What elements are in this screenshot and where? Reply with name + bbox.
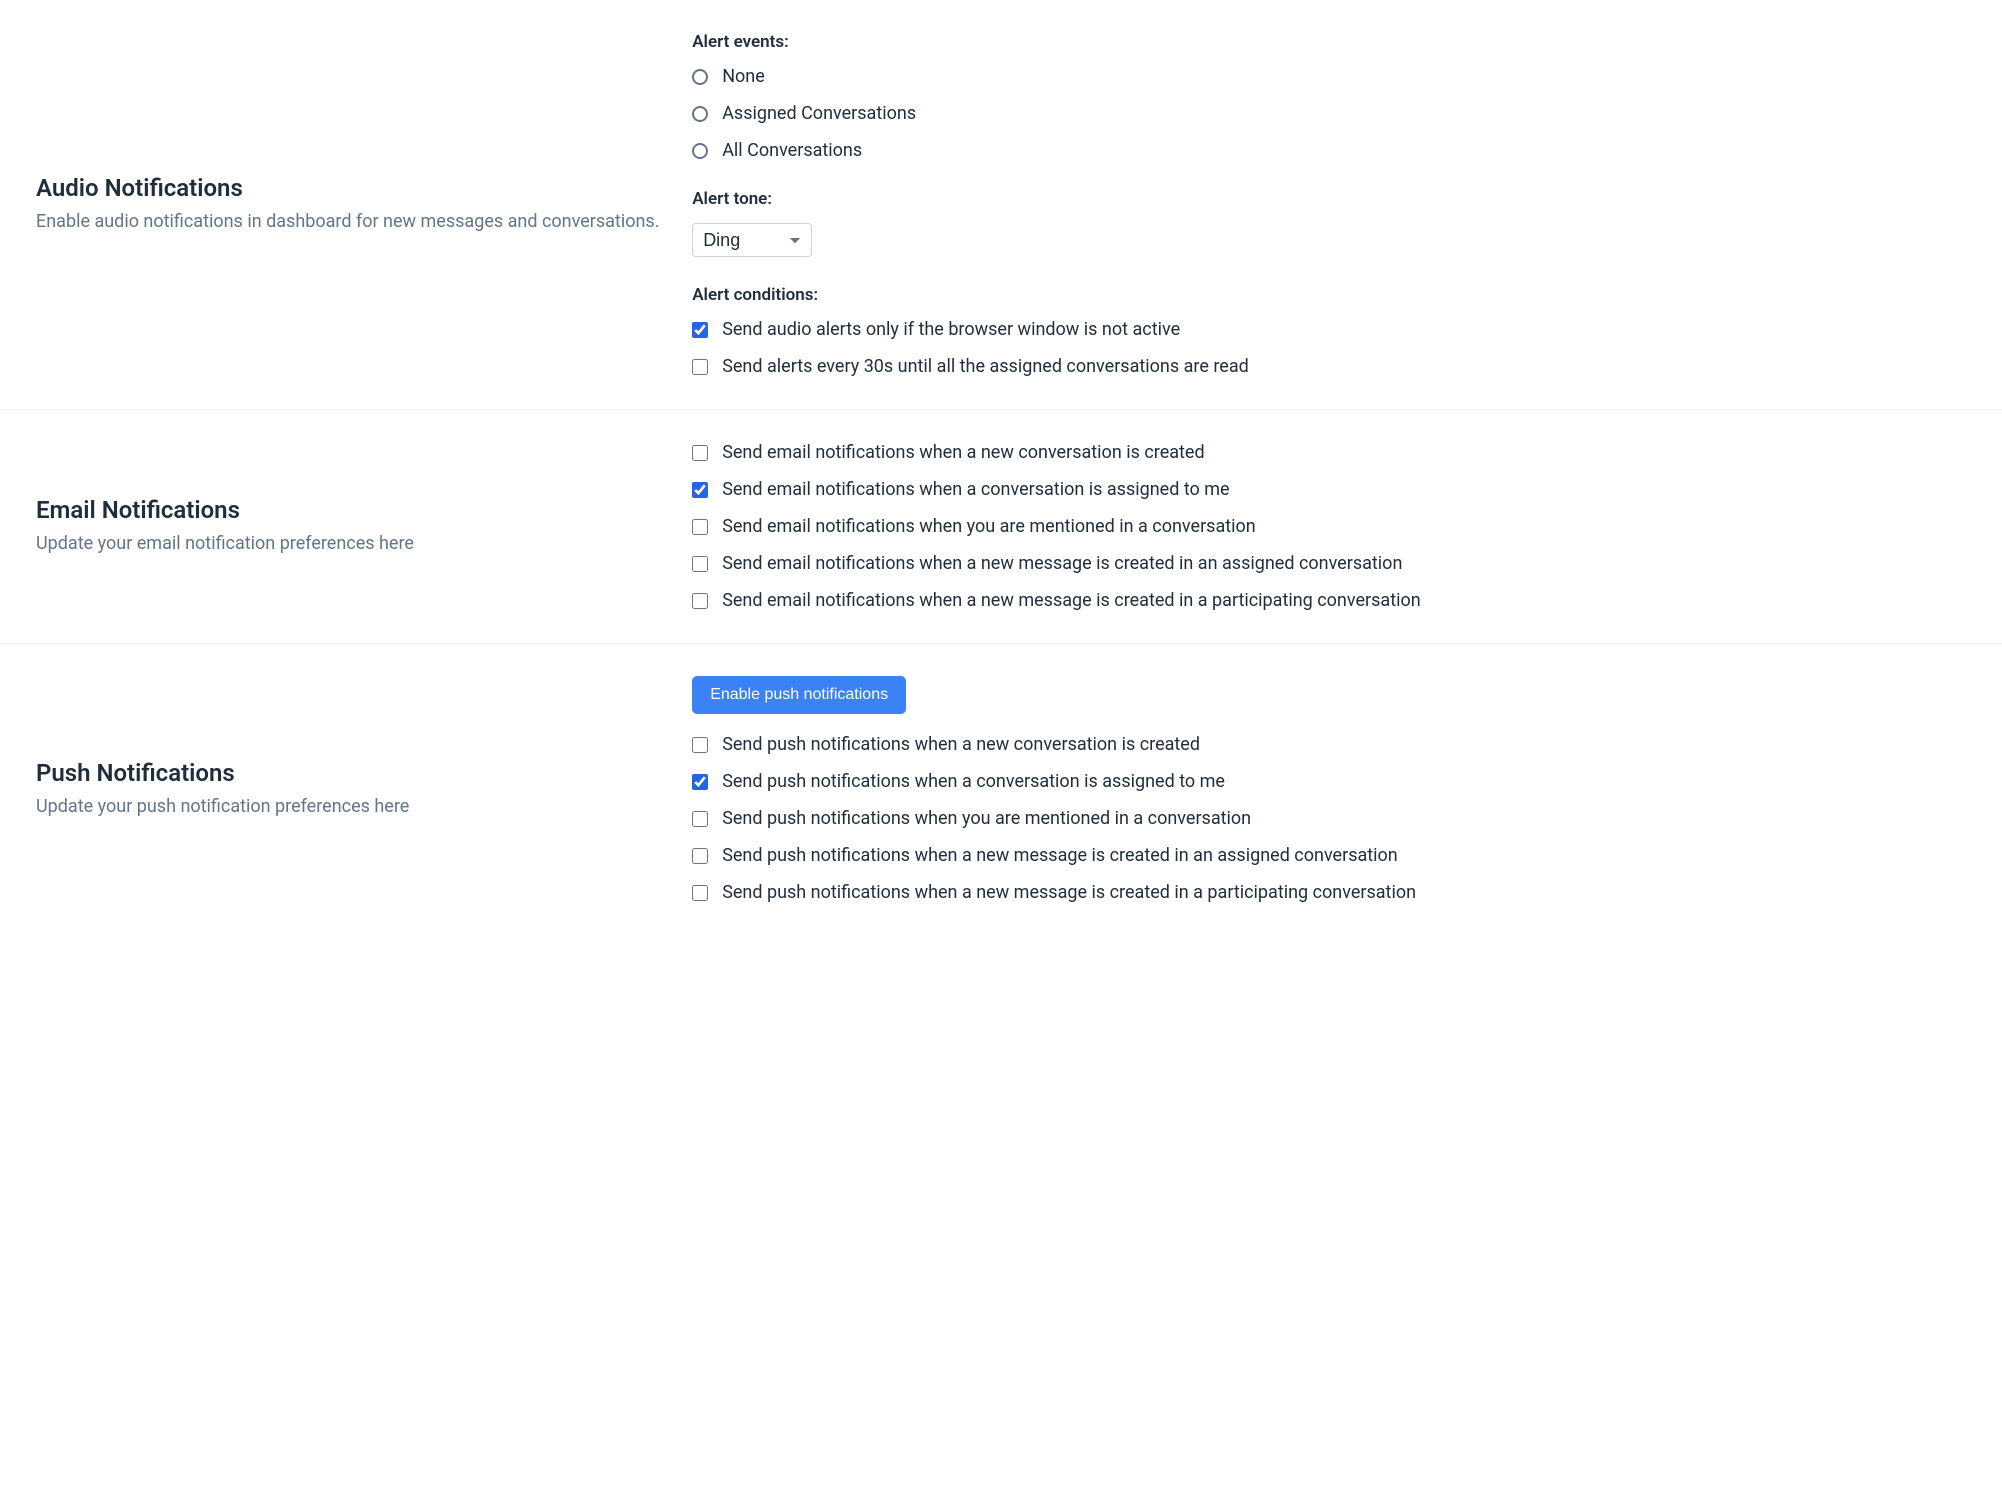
alert-events-group: Alert events: None Assigned Conversation…: [692, 32, 1966, 161]
email-section-title: Email Notifications: [36, 496, 668, 524]
push-msg-assigned-label: Send push notifications when a new messa…: [722, 845, 1398, 866]
condition-repeat-checkbox[interactable]: [692, 359, 708, 375]
alert-event-assigned-radio[interactable]: [692, 106, 708, 122]
email-section-body: Send email notifications when a new conv…: [692, 442, 1966, 611]
alert-tone-group: Alert tone: Ding: [692, 189, 1966, 257]
push-mentioned-row[interactable]: Send push notifications when you are men…: [692, 808, 1966, 829]
condition-repeat-row[interactable]: Send alerts every 30s until all the assi…: [692, 356, 1966, 377]
alert-event-all-radio[interactable]: [692, 143, 708, 159]
email-msg-assigned-row[interactable]: Send email notifications when a new mess…: [692, 553, 1966, 574]
push-new-conv-label: Send push notifications when a new conve…: [722, 734, 1200, 755]
push-assigned-checkbox[interactable]: [692, 774, 708, 790]
push-notifications-section: Push Notifications Update your push noti…: [0, 644, 2002, 935]
audio-section-title: Audio Notifications: [36, 174, 668, 202]
push-msg-assigned-checkbox[interactable]: [692, 848, 708, 864]
alert-event-none-row[interactable]: None: [692, 66, 1966, 87]
condition-inactive-row[interactable]: Send audio alerts only if the browser wi…: [692, 319, 1966, 340]
alert-conditions-group: Alert conditions: Send audio alerts only…: [692, 285, 1966, 377]
alert-event-assigned-row[interactable]: Assigned Conversations: [692, 103, 1966, 124]
email-msg-participating-checkbox[interactable]: [692, 593, 708, 609]
email-assigned-label: Send email notifications when a conversa…: [722, 479, 1229, 500]
email-section-desc: Update your email notification preferenc…: [36, 530, 668, 558]
email-new-conv-label: Send email notifications when a new conv…: [722, 442, 1204, 463]
push-msg-participating-row[interactable]: Send push notifications when a new messa…: [692, 882, 1966, 903]
alert-event-all-row[interactable]: All Conversations: [692, 140, 1966, 161]
email-mentioned-row[interactable]: Send email notifications when you are me…: [692, 516, 1966, 537]
alert-events-label: Alert events:: [692, 32, 1966, 52]
push-msg-participating-label: Send push notifications when a new messa…: [722, 882, 1416, 903]
email-new-conv-checkbox[interactable]: [692, 445, 708, 461]
push-new-conv-row[interactable]: Send push notifications when a new conve…: [692, 734, 1966, 755]
push-section-desc: Update your push notification preference…: [36, 793, 668, 821]
push-section-header: Push Notifications Update your push noti…: [36, 676, 692, 903]
alert-tone-select[interactable]: Ding: [692, 223, 812, 257]
notification-settings-page: Audio Notifications Enable audio notific…: [0, 0, 2002, 935]
email-msg-participating-row[interactable]: Send email notifications when a new mess…: [692, 590, 1966, 611]
push-mentioned-label: Send push notifications when you are men…: [722, 808, 1251, 829]
push-new-conv-checkbox[interactable]: [692, 737, 708, 753]
email-notifications-section: Email Notifications Update your email no…: [0, 410, 2002, 644]
condition-inactive-checkbox[interactable]: [692, 322, 708, 338]
push-assigned-row[interactable]: Send push notifications when a conversat…: [692, 771, 1966, 792]
email-assigned-row[interactable]: Send email notifications when a conversa…: [692, 479, 1966, 500]
alert-event-all-label: All Conversations: [722, 140, 862, 161]
condition-inactive-label: Send audio alerts only if the browser wi…: [722, 319, 1180, 340]
audio-section-body: Alert events: None Assigned Conversation…: [692, 32, 1966, 377]
push-assigned-label: Send push notifications when a conversat…: [722, 771, 1225, 792]
alert-event-none-radio[interactable]: [692, 69, 708, 85]
alert-event-assigned-label: Assigned Conversations: [722, 103, 916, 124]
condition-repeat-label: Send alerts every 30s until all the assi…: [722, 356, 1249, 377]
email-section-header: Email Notifications Update your email no…: [36, 442, 692, 611]
audio-section-header: Audio Notifications Enable audio notific…: [36, 32, 692, 377]
email-msg-participating-label: Send email notifications when a new mess…: [722, 590, 1420, 611]
push-mentioned-checkbox[interactable]: [692, 811, 708, 827]
audio-notifications-section: Audio Notifications Enable audio notific…: [0, 0, 2002, 410]
push-section-title: Push Notifications: [36, 759, 668, 787]
email-new-conv-row[interactable]: Send email notifications when a new conv…: [692, 442, 1966, 463]
push-section-body: Enable push notifications Send push noti…: [692, 676, 1966, 903]
alert-tone-label: Alert tone:: [692, 189, 1966, 209]
email-msg-assigned-checkbox[interactable]: [692, 556, 708, 572]
push-msg-assigned-row[interactable]: Send push notifications when a new messa…: [692, 845, 1966, 866]
alert-event-none-label: None: [722, 66, 765, 87]
email-mentioned-checkbox[interactable]: [692, 519, 708, 535]
push-msg-participating-checkbox[interactable]: [692, 885, 708, 901]
email-msg-assigned-label: Send email notifications when a new mess…: [722, 553, 1402, 574]
alert-conditions-label: Alert conditions:: [692, 285, 1966, 305]
enable-push-button[interactable]: Enable push notifications: [692, 676, 906, 714]
audio-section-desc: Enable audio notifications in dashboard …: [36, 208, 668, 236]
email-mentioned-label: Send email notifications when you are me…: [722, 516, 1256, 537]
email-assigned-checkbox[interactable]: [692, 482, 708, 498]
